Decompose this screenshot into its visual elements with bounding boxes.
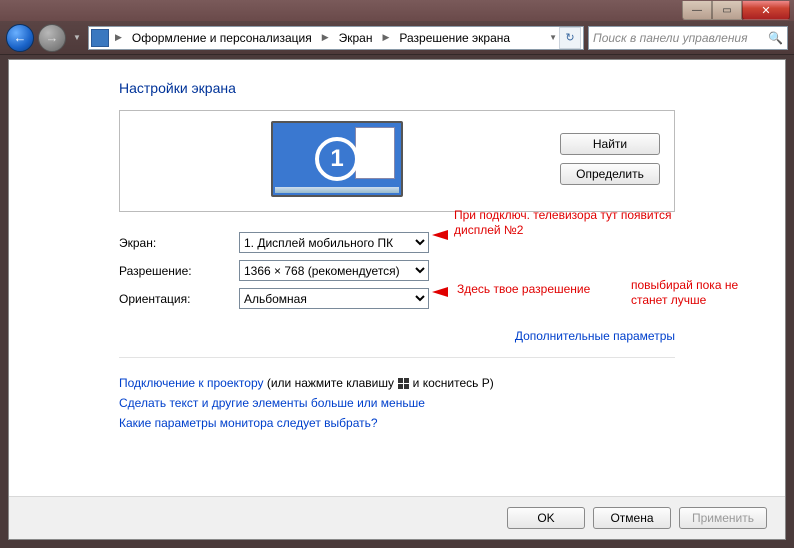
projector-line: Подключение к проектору (или нажмите кла… (119, 376, 675, 390)
forward-button[interactable]: → (38, 24, 66, 52)
titlebar: — ▭ ✕ (0, 0, 794, 21)
nav-history-dropdown[interactable]: ▼ (70, 25, 84, 51)
apply-button[interactable]: Применить (679, 507, 767, 529)
arrow-left-icon: ← (14, 30, 27, 45)
close-button[interactable]: ✕ (742, 1, 790, 20)
client-area: Настройки экрана 1 Найти Опреде (8, 59, 786, 540)
resolution-label: Разрешение: (119, 264, 239, 278)
display-label: Экран: (119, 236, 239, 250)
annotation-text-2: Здесь твое разрешение (457, 282, 590, 297)
control-panel-icon (91, 29, 109, 47)
chevron-down-icon[interactable]: ▼ (549, 33, 557, 42)
text-size-link[interactable]: Сделать текст и другие элементы больше и… (119, 396, 425, 410)
annotation-text-1: При подключ. телевизора тут появится дис… (454, 208, 714, 238)
footer: OK Отмена Применить (9, 496, 785, 539)
cancel-button[interactable]: Отмена (593, 507, 671, 529)
search-placeholder: Поиск в панели управления (593, 31, 748, 45)
detect-button[interactable]: Определить (560, 163, 660, 185)
refresh-button[interactable]: ↻ (559, 27, 581, 49)
monitor-number-badge: 1 (315, 137, 359, 181)
display-preview-box: 1 Найти Определить (119, 110, 675, 212)
orientation-select[interactable]: Альбомная (239, 288, 429, 309)
projector-link[interactable]: Подключение к проектору (119, 376, 264, 390)
chevron-right-icon: ▶ (320, 32, 331, 43)
advanced-settings-link[interactable]: Дополнительные параметры (515, 329, 675, 343)
maximize-button[interactable]: ▭ (712, 1, 742, 20)
orientation-label: Ориентация: (119, 292, 239, 306)
annotation-arrow-2 (432, 287, 448, 297)
monitor-thumbnail[interactable]: 1 (271, 121, 403, 197)
minimize-button[interactable]: — (682, 1, 712, 20)
breadcrumb-2[interactable]: Экран (335, 29, 377, 47)
taskbar-icon (275, 187, 399, 193)
find-button[interactable]: Найти (560, 133, 660, 155)
chevron-right-icon: ▶ (113, 32, 124, 43)
arrow-right-icon: → (46, 30, 59, 45)
navbar: ← → ▼ ▶ Оформление и персонализация ▶ Эк… (0, 21, 794, 55)
annotation-text-3: повыбирай пока не станет лучше (631, 278, 771, 308)
resolution-row: Разрешение: 1366 × 768 (рекомендуется) (119, 260, 675, 281)
windows-key-icon (397, 377, 409, 389)
breadcrumb-3[interactable]: Разрешение экрана (395, 29, 514, 47)
which-monitor-link[interactable]: Какие параметры монитора следует выбрать… (119, 416, 378, 430)
breadcrumb-1[interactable]: Оформление и персонализация (128, 29, 316, 47)
resolution-select[interactable]: 1366 × 768 (рекомендуется) (239, 260, 429, 281)
window-root: — ▭ ✕ ← → ▼ ▶ Оформление и персонализаци… (0, 0, 794, 548)
back-button[interactable]: ← (6, 24, 34, 52)
page-title: Настройки экрана (119, 80, 675, 96)
orientation-row: Ориентация: Альбомная (119, 288, 675, 309)
window-icon (355, 127, 395, 179)
chevron-right-icon: ▶ (380, 32, 391, 43)
annotation-arrow-1 (432, 230, 448, 240)
refresh-icon: ↻ (565, 31, 574, 44)
ok-button[interactable]: OK (507, 507, 585, 529)
search-icon: 🔍 (768, 31, 783, 45)
search-box[interactable]: Поиск в панели управления 🔍 (588, 26, 788, 50)
address-bar[interactable]: ▶ Оформление и персонализация ▶ Экран ▶ … (88, 26, 584, 50)
display-select[interactable]: 1. Дисплей мобильного ПК (239, 232, 429, 253)
